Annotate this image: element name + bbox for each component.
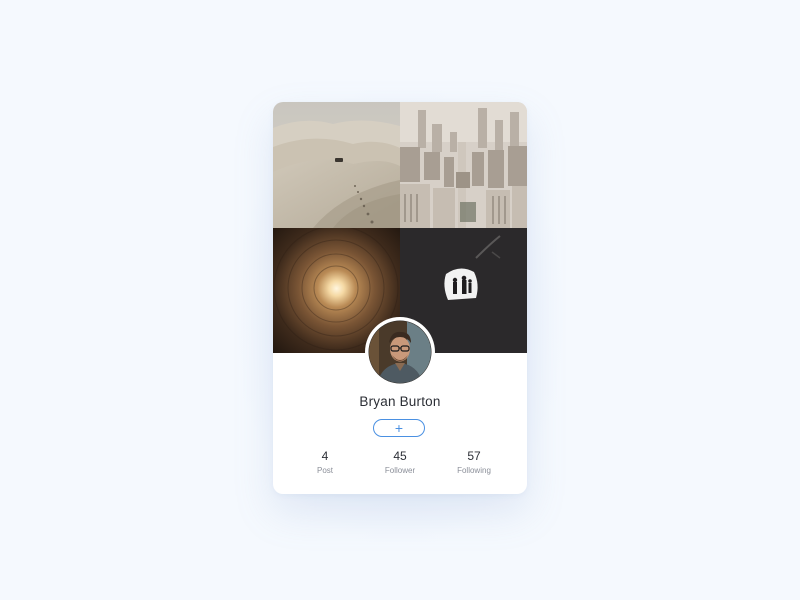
follow-add-button[interactable]: + bbox=[373, 419, 425, 437]
stat-posts-label: Post bbox=[316, 466, 333, 475]
avatar[interactable] bbox=[367, 319, 433, 385]
stat-following-label: Following bbox=[457, 466, 491, 475]
profile-stats: 4 Post 45 Follower 57 Following bbox=[273, 449, 527, 479]
desert-dunes-photo[interactable] bbox=[273, 102, 400, 228]
stat-posts[interactable]: 4 Post bbox=[290, 449, 360, 475]
profile-name: Bryan Burton bbox=[359, 394, 441, 409]
stat-following[interactable]: 57 Following bbox=[439, 449, 509, 475]
stat-followers-value: 45 bbox=[393, 449, 407, 463]
stat-followers-label: Follower bbox=[384, 466, 416, 475]
city-aerial-photo[interactable] bbox=[400, 102, 527, 228]
stat-posts-value: 4 bbox=[321, 449, 329, 463]
stat-following-value: 57 bbox=[467, 449, 481, 463]
profile-card: Bryan Burton + 4 Post 45 Follower 57 Fol… bbox=[273, 102, 527, 494]
stat-followers[interactable]: 45 Follower bbox=[365, 449, 435, 475]
photo-grid bbox=[273, 102, 527, 353]
